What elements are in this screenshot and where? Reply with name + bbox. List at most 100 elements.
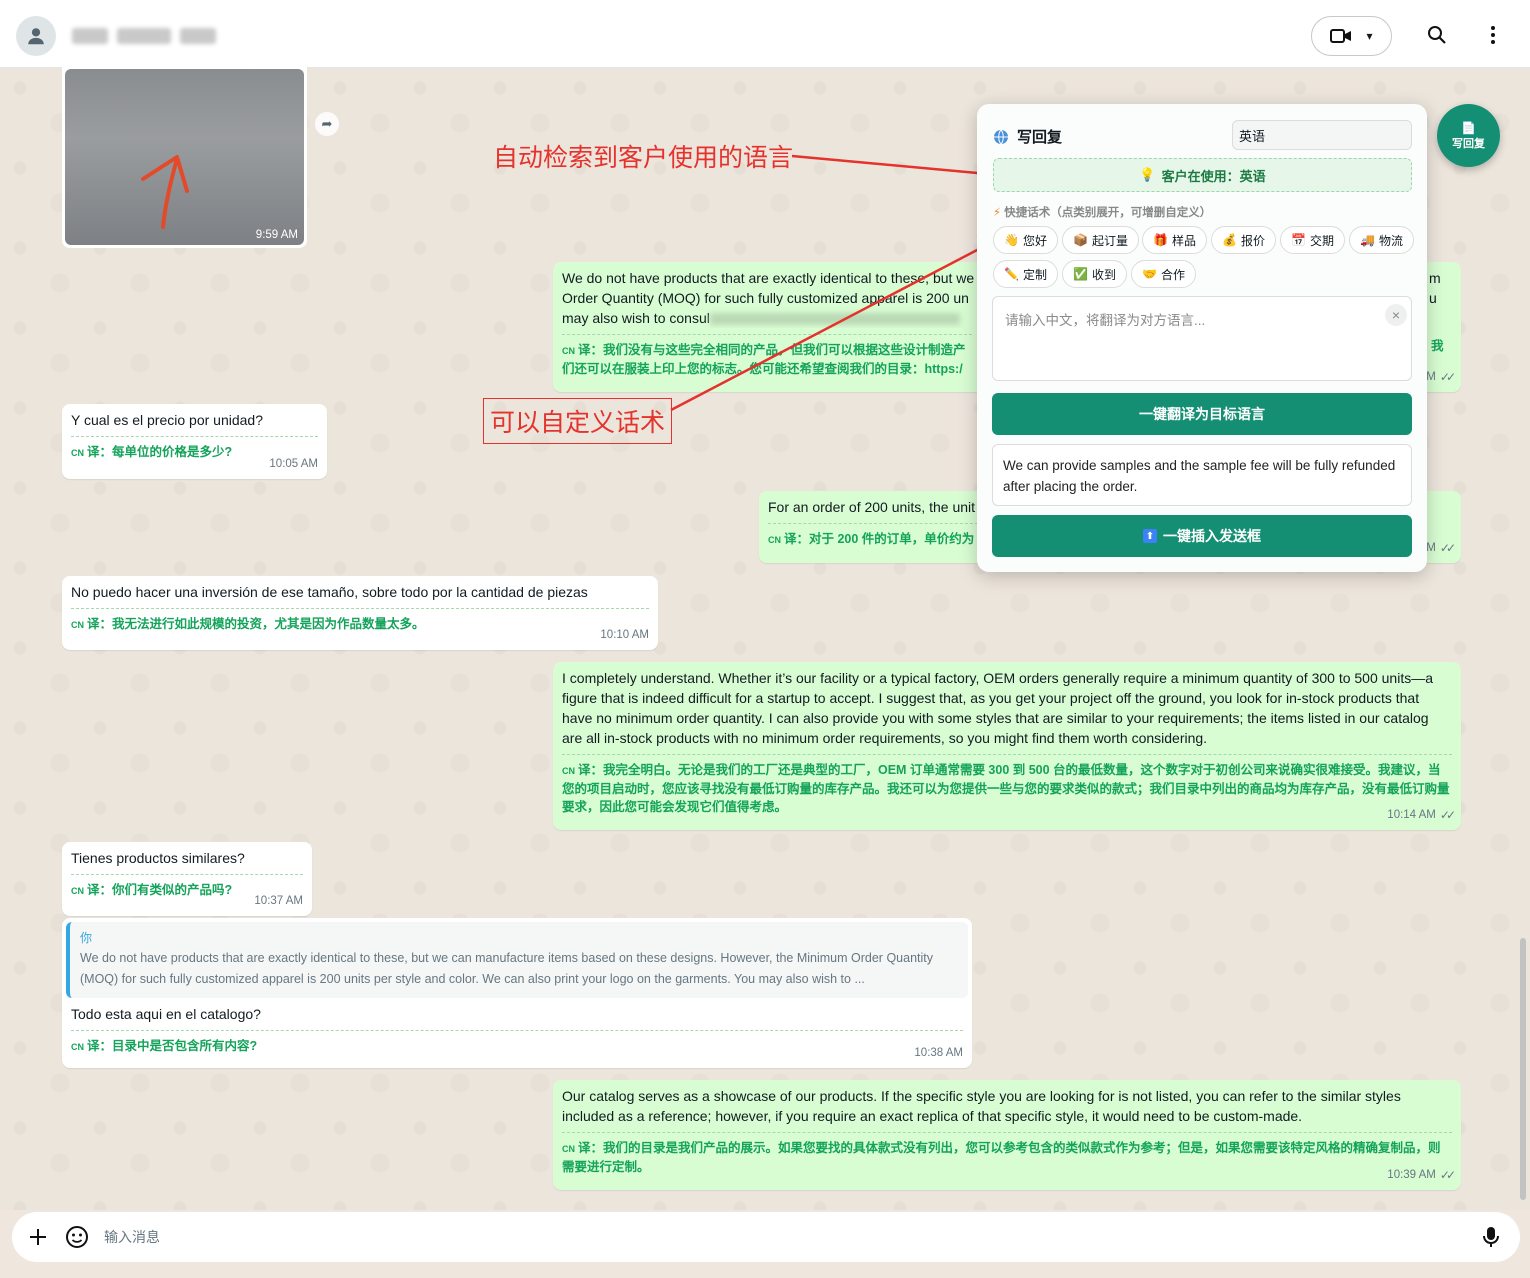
message-time: M ✓✓ — [1426, 367, 1456, 387]
message-input[interactable]: 输入消息 — [104, 1227, 160, 1247]
cn-tag: CN — [71, 886, 84, 896]
cn-tag: CN — [71, 620, 84, 630]
double-check-icon: ✓✓ — [1439, 808, 1456, 822]
microphone-icon[interactable] — [1483, 1226, 1499, 1248]
chevron-down-icon: ▾ — [1366, 29, 1373, 43]
lightning-icon: ⚡ — [993, 207, 1002, 219]
translation-text: 译：我完全明白。无论是我们的工厂还是典型的工厂，OEM 订单通常需要 300 到… — [562, 763, 1450, 814]
outgoing-message[interactable]: Our catalog serves as a showcase of our … — [553, 1080, 1461, 1190]
cn-tag: CN — [562, 1144, 575, 1154]
search-icon — [1428, 26, 1446, 44]
translation-text: 译：我们的目录是我们产品的展示。如果您要找的具体款式没有列出，您可以参考包含的类… — [562, 1141, 1441, 1174]
contact-avatar[interactable] — [16, 16, 56, 56]
chinese-input-field[interactable]: 请输入中文，将翻译为对方语言... — [992, 296, 1412, 381]
chip-cooperation[interactable]: 🤝 合作 — [1131, 260, 1196, 288]
video-camera-icon — [1330, 29, 1352, 43]
composer-bar: 输入消息 — [0, 1210, 1530, 1278]
more-vertical-icon — [1491, 26, 1495, 44]
translation-fragment: 我 — [1431, 339, 1444, 353]
message-text: Todo esta aqui en el catalogo? — [71, 1006, 261, 1022]
chip-quote[interactable]: 💰 报价 — [1211, 226, 1276, 254]
chip-delivery[interactable]: 📅 交期 — [1280, 226, 1345, 254]
incoming-message[interactable]: 你 We do not have products that are exact… — [62, 918, 972, 1068]
forward-button[interactable]: ➦ — [315, 112, 339, 136]
message-text: Y cual es el precio por unidad? — [71, 412, 263, 428]
message-time: 10:38 AM — [914, 1047, 963, 1059]
chip-logistics[interactable]: 🚚 物流 — [1349, 226, 1414, 254]
message-text-line: may also wish to consul — [562, 308, 974, 328]
sticker-icon[interactable] — [65, 1225, 89, 1249]
search-button[interactable] — [1424, 22, 1450, 48]
pencil-icon: ✏️ — [1004, 267, 1019, 281]
annotation-custom-phrases: 可以自定义话术 — [483, 398, 673, 444]
truck-icon: 🚚 — [1360, 233, 1375, 247]
message-text-fragment: m — [1429, 270, 1441, 286]
cn-tag: CN — [71, 448, 84, 458]
contact-name-redacted — [180, 28, 216, 44]
plus-icon[interactable] — [29, 1228, 47, 1246]
cn-tag: CN — [768, 535, 781, 545]
translation-line: 译：我们没有与这些完全相同的产品，但我们可以根据这些设计制造产 — [578, 343, 966, 357]
write-reply-fab[interactable]: 📄 写回复 — [1437, 104, 1500, 167]
video-call-button[interactable]: ▾ — [1311, 16, 1392, 56]
translation-text: 译：对于 200 件的订单，单价约为 — [784, 532, 975, 546]
translate-button[interactable]: 一键翻译为目标语言 — [992, 393, 1412, 435]
cn-tag: CN — [562, 766, 575, 776]
memo-icon: 📄 — [1461, 120, 1476, 135]
image-thumbnail[interactable]: 9:59 AM — [65, 69, 304, 245]
wave-icon: 👋 — [1004, 233, 1019, 247]
message-text: Our catalog serves as a showcase of our … — [562, 1088, 1401, 1124]
quoted-message[interactable]: 你 We do not have products that are exact… — [66, 922, 968, 998]
translation-text: 译：每单位的价格是多少? — [87, 445, 233, 459]
detected-language-bar: 💡 客户在使用：英语 — [993, 158, 1412, 192]
translation-result[interactable]: We can provide samples and the sample fe… — [992, 444, 1412, 506]
person-icon — [28, 28, 44, 45]
chip-moq[interactable]: 📦 起订量 — [1062, 226, 1139, 254]
calendar-icon: 📅 — [1291, 233, 1306, 247]
chip-hello[interactable]: 👋 您好 — [993, 226, 1058, 254]
message-time: 10:10 AM — [600, 629, 649, 641]
incoming-message[interactable]: Tienes productos similares? CN 译：你们有类似的产品… — [62, 842, 312, 916]
insert-button[interactable]: ⬆ 一键插入发送框 — [992, 515, 1412, 557]
chip-custom[interactable]: ✏️ 定制 — [993, 260, 1058, 288]
message-text: For an order of 200 units, the unit — [768, 499, 976, 515]
forward-icon: ➦ — [321, 116, 333, 131]
incoming-message[interactable]: No puedo hacer una inversión de ese tama… — [62, 576, 658, 650]
annotation-detect-language: 自动检索到客户使用的语言 — [493, 143, 794, 172]
translation-line: 们还可以在服装上印上您的标志。您可能还希望查阅我们的目录：https:/ — [562, 362, 963, 376]
quote-text: We do not have products that are exactly… — [80, 951, 933, 986]
gift-icon: 🎁 — [1153, 233, 1168, 247]
contact-name-redacted — [72, 28, 108, 44]
cn-tag: CN — [562, 346, 575, 356]
scrollbar[interactable] — [1520, 938, 1526, 1200]
message-time: 10:14 AM ✓✓ — [1387, 805, 1456, 825]
panel-title: 写回复 — [993, 126, 1062, 147]
chip-received[interactable]: ✅ 收到 — [1062, 260, 1127, 288]
lightbulb-icon: 💡 — [1139, 167, 1156, 182]
translation-text: 译：目录中是否包含所有内容? — [87, 1039, 258, 1053]
chip-sample[interactable]: 🎁 样品 — [1142, 226, 1207, 254]
clear-input-button[interactable]: × — [1385, 304, 1407, 326]
image-message[interactable]: 9:59 AM — [62, 66, 307, 248]
incoming-message[interactable]: Y cual es el precio por unidad? CN 译：每单位的… — [62, 404, 327, 479]
upload-icon: ⬆ — [1143, 529, 1157, 543]
message-time: 10:37 AM — [254, 895, 303, 907]
message-text-line: Order Quantity (MOQ) for such fully cust… — [562, 290, 969, 306]
outgoing-message[interactable]: I completely understand. Whether it’s ou… — [553, 662, 1461, 830]
message-time: 10:05 AM — [269, 458, 318, 470]
message-text-fragment: u — [1429, 290, 1437, 306]
message-text: Tienes productos similares? — [71, 850, 245, 866]
double-check-icon: ✓✓ — [1439, 541, 1456, 555]
quick-phrases-label: ⚡ 快捷话术（点类别展开，可增删自定义） — [993, 207, 1212, 219]
message-time: 10:39 AM ✓✓ — [1387, 1165, 1456, 1185]
double-check-icon: ✓✓ — [1439, 1168, 1456, 1182]
red-arrow-drawing — [141, 155, 189, 229]
handshake-icon: 🤝 — [1142, 267, 1157, 281]
quote-author: 你 — [80, 931, 93, 945]
message-time: 9:59 AM — [255, 229, 298, 241]
message-time: M ✓✓ — [1426, 538, 1456, 558]
menu-button[interactable] — [1480, 22, 1506, 48]
close-icon: × — [1391, 307, 1401, 323]
target-language-select[interactable]: 英语 — [1232, 120, 1412, 150]
translation-text: 译：你们有类似的产品吗? — [87, 883, 233, 897]
